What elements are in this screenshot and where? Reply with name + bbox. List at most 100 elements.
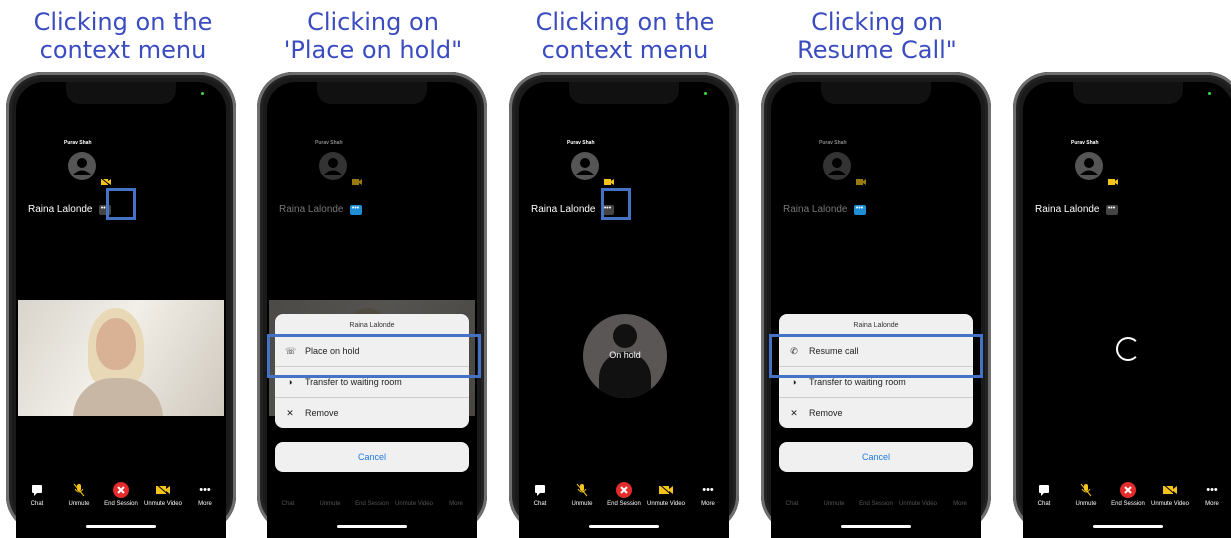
chat-icon [32,485,42,496]
close-icon: ✕ [286,407,294,418]
chat-button[interactable]: Chat [269,482,307,508]
unmute-video-button[interactable]: Unmute Video [144,482,182,508]
call-toolbar: Chat Unmute End Session Unmute Video •••… [519,482,729,508]
more-icon: ••• [1206,483,1218,496]
sheet-title: Raina Lalonde [275,314,469,336]
chat-button[interactable]: Chat [773,482,811,508]
chat-button[interactable]: Chat [1025,482,1063,508]
more-button[interactable]: ••• More [186,482,224,508]
end-call-icon [113,482,129,498]
home-indicator [86,525,156,528]
host-name: Purav Shah [315,140,343,146]
notch [569,82,679,104]
host-name: Purav Shah [567,140,595,146]
participant-row: Raina Lalonde ••• [783,204,866,215]
unmute-video-button[interactable]: Unmute Video [395,482,433,508]
end-session-button[interactable]: End Session [1109,482,1147,508]
more-icon: ••• [702,483,714,496]
call-toolbar: Chat Unmute End Session Unmute Video •••… [1023,482,1231,508]
context-menu-button[interactable]: ••• [1105,204,1118,215]
context-menu-button[interactable]: ••• [349,204,362,215]
chat-icon [535,485,545,496]
participant-row: Raina Lalonde ••• [28,204,111,215]
unmute-video-button[interactable]: Unmute Video [647,482,685,508]
home-indicator [1093,525,1163,528]
chat-button[interactable]: Chat [521,482,559,508]
highlight-box [769,334,983,378]
participant-name: Raina Lalonde [1035,204,1100,215]
video-off-icon [1163,484,1177,496]
camera-off-icon [604,179,614,185]
participant-video [18,300,224,416]
screen: Purav Shah Raina Lalonde ••• Chat Unmute… [771,82,981,538]
phone-2: Purav Shah Raina Lalonde ••• Chat Unmute… [257,72,487,538]
unmute-video-button[interactable]: Unmute Video [899,482,937,508]
highlight-box [106,188,136,220]
highlight-box [267,334,481,378]
mic-off-icon [73,483,85,497]
participant-name: Raina Lalonde [783,204,848,215]
caption-1: Clicking on the context menu [33,8,213,64]
phone-5: Purav Shah Raina Lalonde ••• Chat Unmute… [1013,72,1231,538]
unmute-button[interactable]: Unmute [563,482,601,508]
cancel-button[interactable]: Cancel [779,442,973,472]
remove-option[interactable]: ✕ Remove [275,398,469,428]
chat-icon [1039,485,1049,496]
camera-indicator [1208,92,1211,95]
mic-off-icon [1080,483,1092,497]
avatar-icon [571,152,599,180]
camera-off-icon [856,179,866,185]
unmute-button[interactable]: Unmute [1067,482,1105,508]
remove-option[interactable]: ✕ Remove [779,398,973,428]
participant-name: Raina Lalonde [28,204,93,215]
camera-indicator [201,92,204,95]
chat-button[interactable]: Chat [18,482,56,508]
participant-name: Raina Lalonde [279,204,344,215]
host-name: Purav Shah [1071,140,1099,146]
screen: Purav Shah Raina Lalonde ••• On hold Cha… [519,82,729,538]
camera-indicator [704,92,707,95]
end-session-button[interactable]: End Session [857,482,895,508]
call-toolbar: Chat Unmute End Session Unmute Video Mor… [771,482,981,508]
more-button[interactable]: ••• More [689,482,727,508]
end-call-icon [1120,482,1136,498]
unmute-video-button[interactable]: Unmute Video [1151,482,1189,508]
screen: Purav Shah Raina Lalonde ••• Chat Unmute… [1023,82,1231,538]
home-indicator [589,525,659,528]
caption-3: Clicking on the context menu [535,8,715,64]
caption-2: Clicking on 'Place on hold" [283,8,463,64]
notch [317,82,427,104]
unmute-button[interactable]: Unmute [311,482,349,508]
end-session-button[interactable]: End Session [353,482,391,508]
call-toolbar: Chat Unmute End Session Unmute Video Mor… [267,482,477,508]
avatar-icon [319,152,347,180]
call-toolbar: Chat Unmute End Session Unmute Video •••… [16,482,226,508]
camera-off-icon [1108,179,1118,185]
waiting-room-icon: ◑ [791,377,797,387]
phone-3: Purav Shah Raina Lalonde ••• On hold Cha… [509,72,739,538]
participant-name: Raina Lalonde [531,204,596,215]
unmute-button[interactable]: Unmute [815,482,853,508]
avatar-icon [68,152,96,180]
home-indicator [337,525,407,528]
participant-row: Raina Lalonde ••• [1035,204,1118,215]
mic-off-icon [576,483,588,497]
notch [1073,82,1183,104]
unmute-button[interactable]: Unmute [60,482,98,508]
phone-4: Purav Shah Raina Lalonde ••• Chat Unmute… [761,72,991,538]
context-menu-button[interactable]: ••• [853,204,866,215]
host-name: Purav Shah [819,140,847,146]
on-hold-label: On hold [609,350,641,360]
screen: Purav Shah Raina Lalonde ••• Chat Unmute… [267,82,477,538]
loading-spinner [1116,337,1140,361]
more-button[interactable]: ••• More [1193,482,1231,508]
more-button[interactable]: More [941,482,979,508]
cancel-button[interactable]: Cancel [275,442,469,472]
highlight-box [601,188,631,220]
end-session-button[interactable]: End Session [102,482,140,508]
end-session-button[interactable]: End Session [605,482,643,508]
more-button[interactable]: More [437,482,475,508]
phone-1: Purav Shah Raina Lalonde ••• Chat Unmute… [6,72,236,538]
close-icon: ✕ [790,407,798,418]
host-name: Purav Shah [64,140,92,146]
